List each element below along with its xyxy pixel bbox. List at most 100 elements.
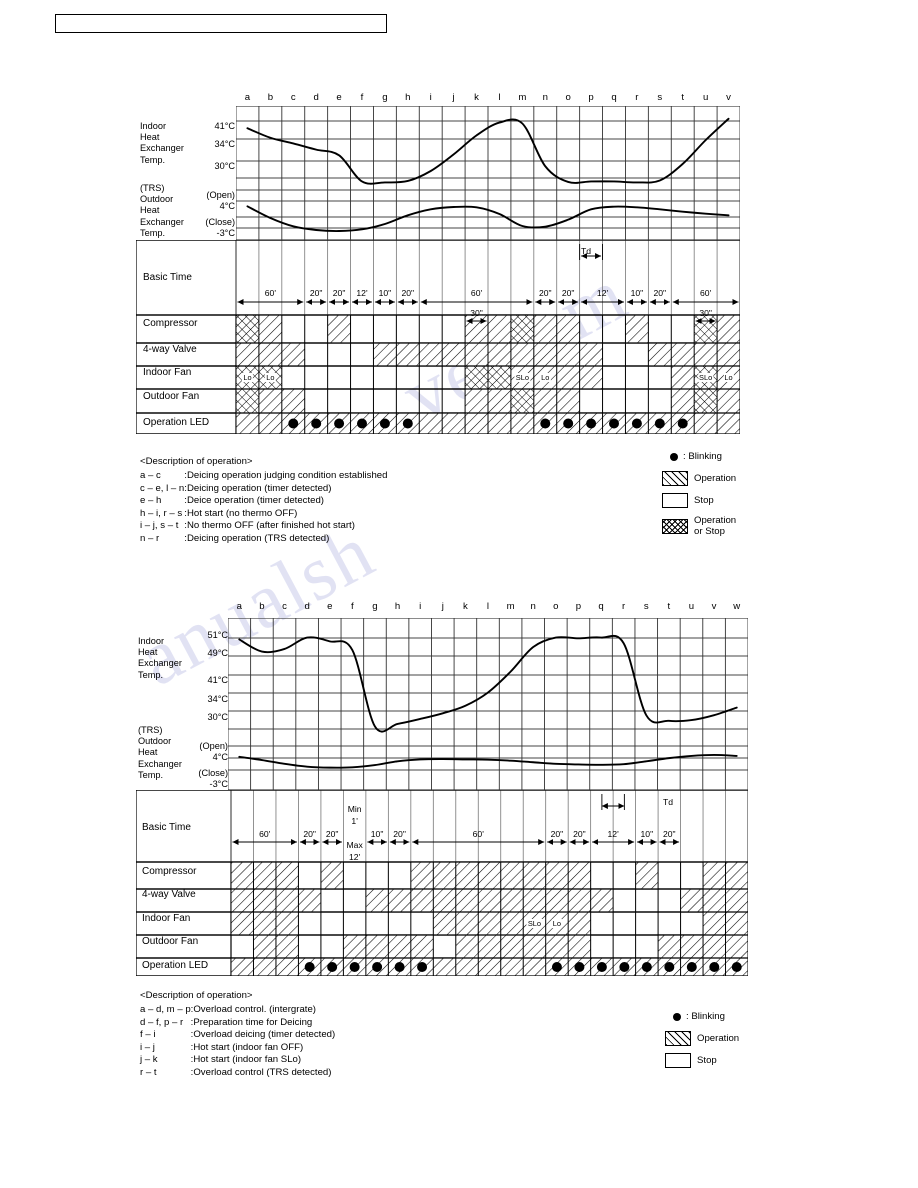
chart-2-outdoor-tick-0: (Open): [199, 741, 228, 751]
description-range: f – i: [140, 1029, 156, 1041]
indoor-fan-speed-label: SLo: [698, 372, 714, 382]
basic-time-label: 20": [561, 288, 575, 298]
operation-led-dot: [349, 962, 360, 972]
description-row: n – r: Deicing operation (TRS detected): [140, 533, 387, 546]
chart-2-legend-operation: Operation: [665, 1031, 739, 1046]
operation-led-dot: [631, 418, 642, 429]
description-range: i – j: [140, 1041, 155, 1053]
operation-led-dot: [379, 418, 390, 429]
chart-1-legend-operation-label: Operation: [694, 473, 737, 484]
operation-led-dot: [609, 418, 619, 429]
description-row: j – k: Hot start (indoor fan SLo): [140, 1054, 335, 1067]
stop-blank-swatch-icon: [665, 1053, 691, 1068]
chart-1-legend-operation: Operation: [662, 471, 736, 486]
minmax-time-label: Max: [346, 840, 363, 850]
column-letter-s: s: [643, 601, 649, 612]
chart-2-outdoor-tick-1: 4°C: [212, 752, 228, 762]
description-text: Overload deicing (timer detected): [193, 1029, 336, 1041]
description-row: a – c: Deicing operation judging conditio…: [140, 470, 387, 483]
chart-1-description-heading: <Description of operation>: [140, 456, 253, 467]
chart-2-legend-operation-label: Operation: [697, 1033, 740, 1044]
basic-time-label: 20": [393, 829, 406, 839]
basic-time-label: 60': [472, 829, 484, 839]
chart-1-legend-blinking: : Blinking: [662, 451, 736, 462]
column-letter-h: h: [405, 92, 411, 103]
column-letter-g: g: [372, 601, 378, 612]
chart-1-indoor-axis-title: Indoor Heat Exchanger Temp.: [140, 121, 184, 165]
description-range: r – t: [140, 1066, 157, 1078]
operation-led-dot: [394, 962, 405, 972]
column-letter-q: q: [611, 92, 617, 103]
basic-time-label: 10": [370, 829, 384, 839]
description-text: Hot start (indoor fan OFF): [193, 1041, 304, 1053]
chart-2-description-table: a – d, m – p: Overload control. (intergra…: [140, 1004, 335, 1080]
indoor-fan-speed-label: Lo: [265, 372, 276, 382]
column-letter-d: d: [313, 92, 319, 103]
column-letter-u: u: [688, 601, 695, 612]
description-text: Deicing operation judging condition esta…: [186, 470, 388, 481]
basic-time-label: 12': [607, 829, 619, 839]
column-letter-f: f: [360, 92, 364, 103]
basic-time-label: 10": [640, 829, 654, 839]
basic-time-label: 20": [325, 829, 339, 839]
chart-2-legend-stop-label: Stop: [697, 1055, 717, 1066]
column-letter-n: n: [542, 92, 548, 103]
chart-2-indoor-tick-0: 51°C: [207, 630, 228, 640]
chart-2-outdoor-axis-title: (TRS) Outdoor Heat Exchanger Temp.: [138, 725, 182, 780]
indoor-fan-speed-label: Lo: [723, 372, 734, 382]
chart-2-row-label-4way-valve: 4-way Valve: [142, 889, 196, 900]
description-text: Deicing operation (TRS detected): [186, 532, 330, 544]
chart-2-legend-blinking: : Blinking: [665, 1011, 739, 1022]
operation-led-dot: [654, 418, 665, 429]
operation-led-dot: [372, 962, 383, 972]
chart-2-plot: [228, 618, 748, 790]
description-range: h – i, r – s: [140, 507, 183, 519]
basic-time-label: 20": [332, 288, 346, 298]
column-letter-k: k: [474, 92, 479, 103]
indoor-fan-speed-label: Lo: [551, 918, 563, 928]
column-letter-o: o: [565, 92, 571, 103]
operation-hatch-swatch-icon: [665, 1031, 691, 1046]
chart-2-column-letters: a b c d e f g h i j k l m n o p q r s t u v w: [0, 601, 918, 615]
chart-1-legend-operation-or-stop-label: Operation or Stop: [694, 515, 737, 537]
chart-2-description: <Description of operation> a – d, m – p:…: [140, 990, 335, 1080]
column-letter-j: j: [452, 92, 455, 103]
chart-1-row-label-4way-valve: 4-way Valve: [143, 344, 197, 355]
chart-2-indoor-tick-1: 49°C: [207, 648, 228, 658]
description-range: a – c: [140, 470, 161, 481]
chart-1-outdoor-tick-1: 4°C: [219, 201, 235, 211]
chart-2-outdoor-tick-2: (Close): [198, 768, 228, 778]
description-range: d – f, p – r: [140, 1016, 184, 1028]
column-letter-b: b: [259, 601, 265, 612]
chart-1-outdoor-tick-0: (Open): [206, 190, 235, 200]
description-text: Overload control (TRS detected): [193, 1066, 332, 1078]
basic-time-label: 20": [573, 829, 586, 839]
description-row: d – f, p – r: Preparation time for Deicin…: [140, 1017, 335, 1030]
description-range: j – k: [140, 1054, 158, 1066]
minmax-time-label: 1': [351, 816, 358, 826]
column-letter-l: l: [486, 601, 490, 612]
chart-1-legend: : Blinking Operation Stop Operation or S…: [662, 451, 736, 544]
chart-2-schedule-table: [136, 790, 748, 976]
chart-2-row-label-basic-time: Basic Time: [142, 822, 191, 833]
description-text: Deicing operation (timer detected): [186, 482, 332, 494]
header-title-box: [55, 14, 387, 33]
column-letter-k: k: [462, 601, 468, 612]
stop-blank-swatch-icon: [662, 493, 688, 508]
column-letter-a: a: [236, 601, 242, 612]
basic-time-label: 60': [700, 288, 712, 298]
operation-led-dot: [686, 962, 697, 972]
description-range: i – j, s – t: [140, 520, 179, 532]
column-letter-c: c: [290, 92, 296, 103]
description-text: Overload control. (intergrate): [193, 1004, 316, 1015]
operation-led-dot: [574, 962, 585, 972]
operation-led-dot: [677, 418, 688, 429]
column-letter-r: r: [622, 601, 626, 612]
column-letter-m: m: [506, 601, 515, 612]
column-letter-l: l: [498, 92, 501, 103]
description-text: Deice operation (timer detected): [186, 495, 324, 507]
basic-time-label: 20": [550, 829, 564, 839]
operation-led-dot: [731, 962, 742, 972]
column-letter-w: w: [733, 601, 741, 612]
operation-led-dot: [641, 962, 652, 972]
